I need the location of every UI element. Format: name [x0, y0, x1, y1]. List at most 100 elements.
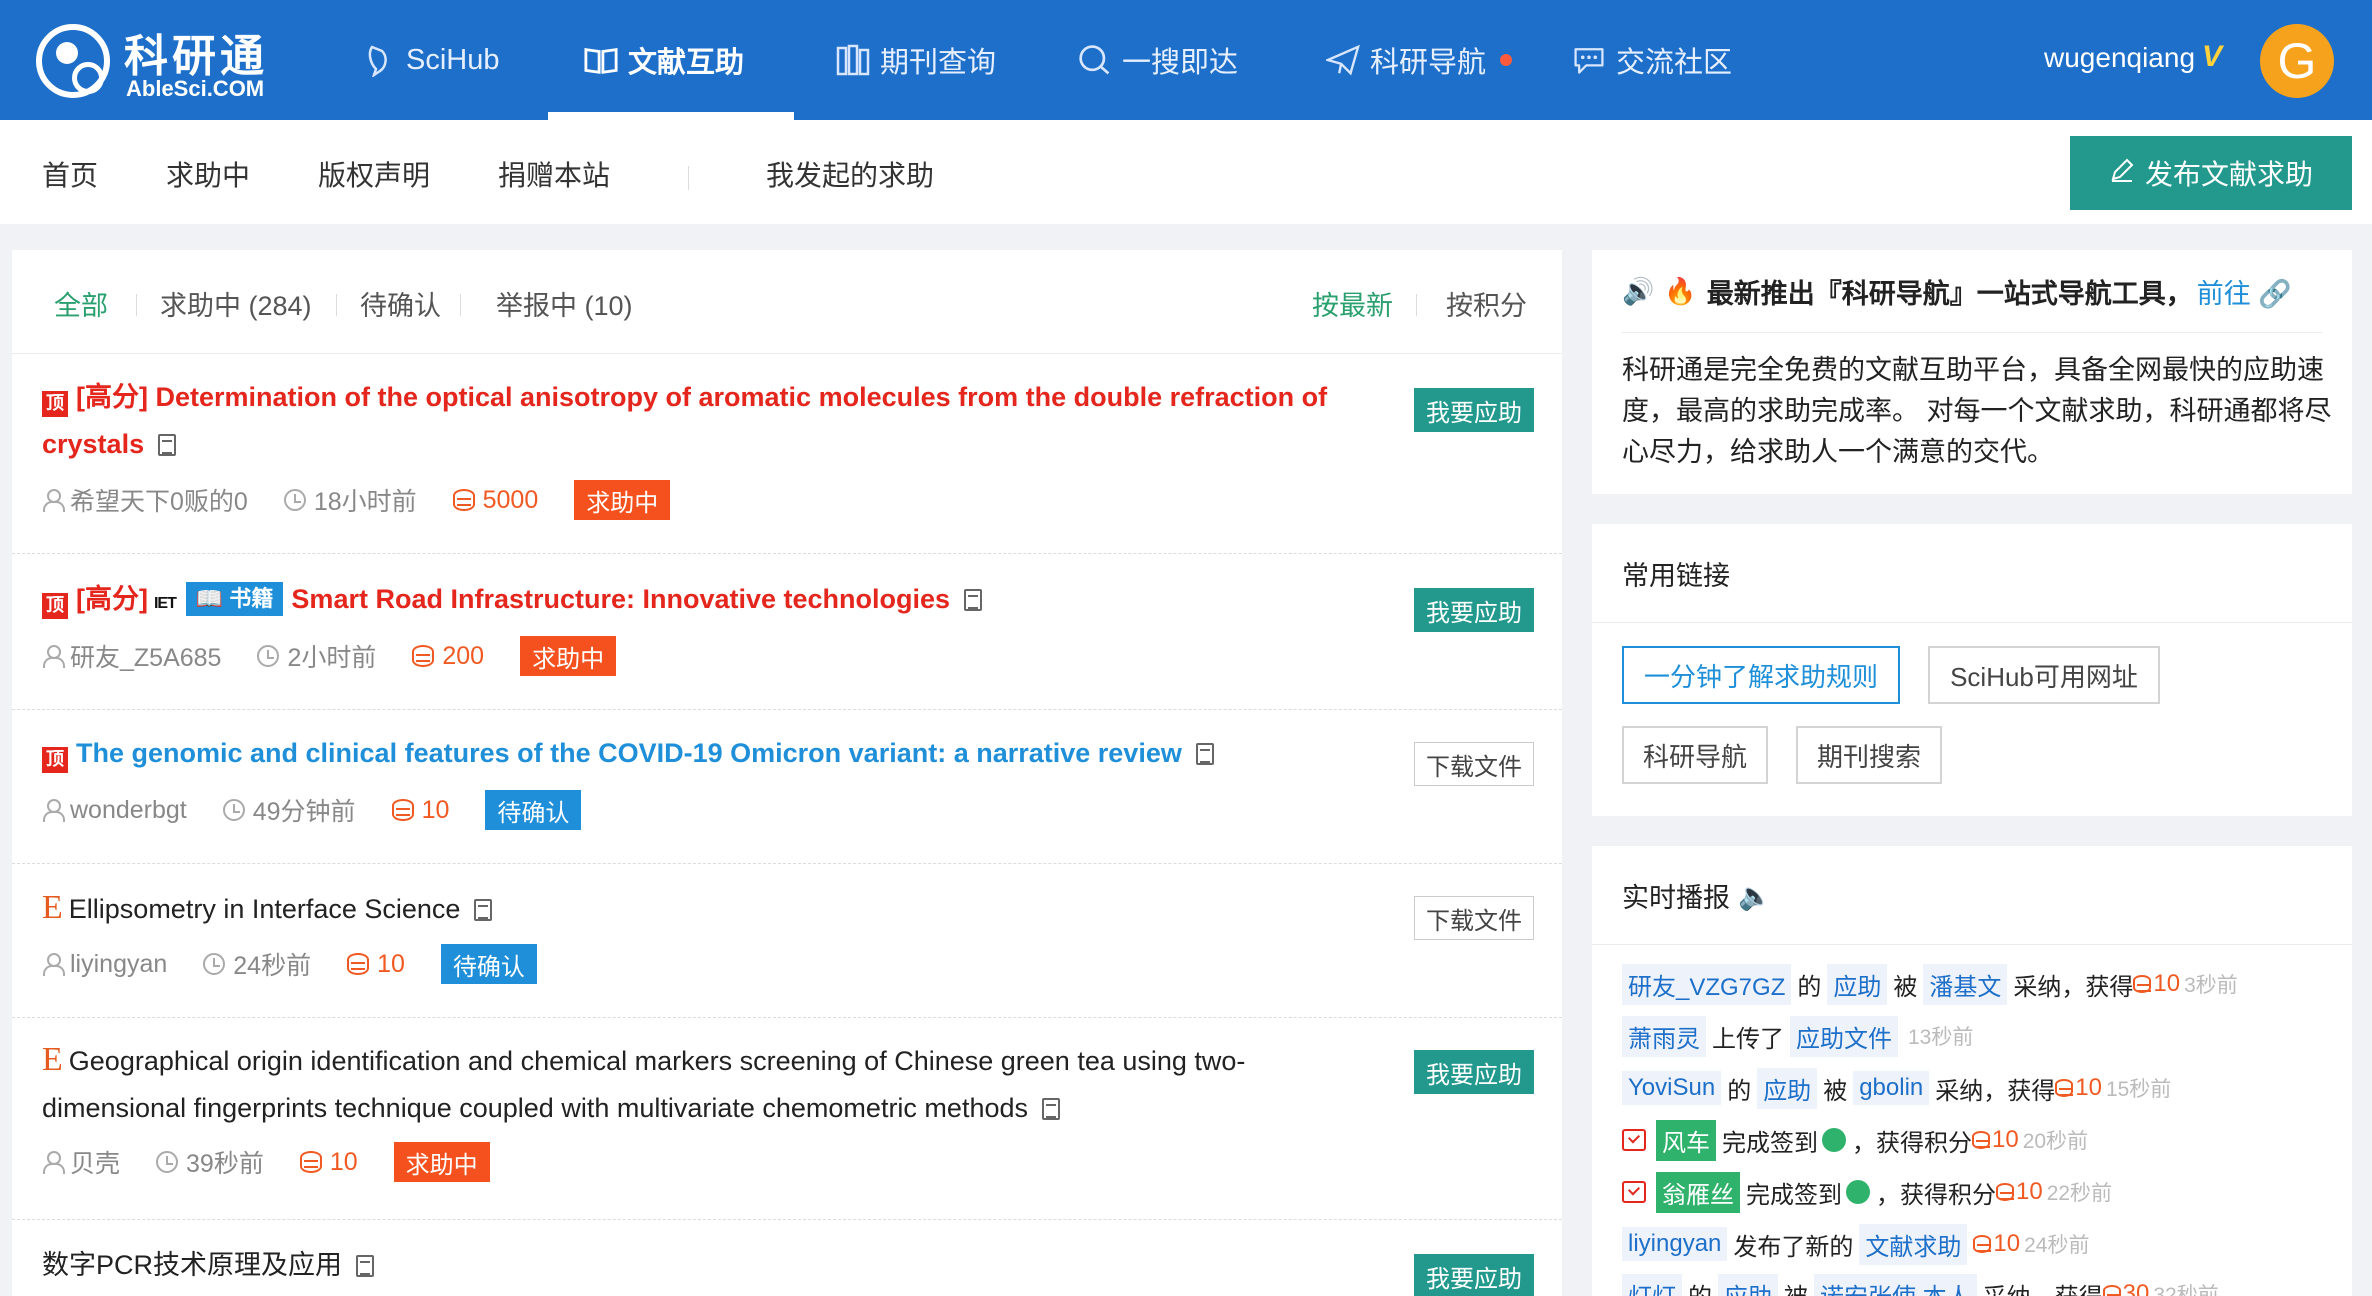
nav-journal-search[interactable]: 期刊查询	[836, 0, 996, 120]
request-title-text: Geographical origin identification and c…	[68, 1046, 1246, 1076]
reward-points: 10	[329, 1147, 358, 1176]
scihub-urls-link[interactable]: SciHub可用网址	[1928, 646, 2160, 704]
feed-user[interactable]: 潘基文	[1923, 963, 2008, 1005]
request-title[interactable]: 顶 The genomic and clinical features of th…	[42, 730, 1392, 777]
user-icon	[42, 1151, 65, 1174]
fire-icon: 🔥	[1664, 276, 1697, 306]
respond-button[interactable]: 我要应助	[1414, 1254, 1534, 1296]
request-title[interactable]: 数字PCR技术原理及应用	[42, 1242, 1392, 1289]
request-title[interactable]: 顶 [高分] Determination of the optical aniso…	[42, 374, 1392, 468]
clock-icon	[203, 953, 226, 975]
filter-reported[interactable]: 举报中 (10)	[496, 284, 633, 323]
feed-user[interactable]: 研友_VZG7GZ	[1622, 963, 1792, 1005]
help-rules-link[interactable]: 一分钟了解求助规则	[1622, 646, 1900, 704]
requester-name[interactable]: 贝壳	[70, 1144, 120, 1180]
nav-literature-help[interactable]: 文献互助	[584, 0, 744, 120]
feed-text: 的	[1727, 1077, 1752, 1105]
feed-user[interactable]: 翁雁丝	[1656, 1171, 1740, 1213]
requester-name[interactable]: 研友_Z5A685	[70, 638, 221, 674]
nav-community[interactable]: 交流社区	[1572, 0, 1732, 120]
filter-to-confirm[interactable]: 待确认	[360, 284, 441, 323]
request-title[interactable]: E Ellipsometry in Interface Science	[42, 884, 1392, 933]
pinned-badge: 顶	[42, 592, 68, 619]
copy-icon[interactable]	[964, 589, 983, 611]
clock-icon	[222, 799, 245, 821]
chat-bubble-icon	[1572, 43, 1606, 77]
avatar[interactable]: G	[2260, 24, 2334, 98]
journal-icon	[836, 43, 870, 77]
feed-action[interactable]: 应助	[1757, 1067, 1818, 1109]
research-nav-link[interactable]: 科研导航	[1622, 726, 1768, 784]
announcement-card: 🔊 🔥 最新推出『科研导航』一站式导航工具， 前往 🔗 科研通是完全免费的文献互…	[1592, 250, 2352, 494]
copy-icon[interactable]	[1195, 743, 1214, 765]
subnav-home[interactable]: 首页	[42, 154, 98, 194]
copy-icon[interactable]	[474, 899, 493, 921]
sort-points[interactable]: 按积分	[1446, 284, 1527, 323]
status-badge: 求助中	[520, 636, 617, 676]
sort-newest[interactable]: 按最新	[1312, 284, 1393, 323]
filter-pending[interactable]: 求助中 (284)	[160, 284, 312, 323]
status-badge: 求助中	[393, 1142, 490, 1182]
download-file-button[interactable]: 下载文件	[1414, 896, 1534, 940]
journal-search-link[interactable]: 期刊搜索	[1796, 726, 1942, 784]
requester-name[interactable]: liyingyan	[70, 950, 167, 979]
respond-button[interactable]: 我要应助	[1414, 1050, 1534, 1094]
announcement-link[interactable]: 前往 🔗	[2197, 272, 2292, 311]
coin-icon	[1996, 1183, 2014, 1201]
publish-request-button[interactable]: 发布文献求助	[2070, 136, 2352, 210]
feed-user[interactable]: 诺安张使 本人	[1814, 1273, 1977, 1296]
new-indicator-dot	[1500, 54, 1513, 66]
request-title[interactable]: 顶 [高分] IET 📖 书籍 Smart Road Infrastructure: I…	[42, 576, 1392, 627]
feed-points: 10	[1996, 1178, 2043, 1206]
feed-action[interactable]: 应助	[1827, 963, 1888, 1005]
search-icon	[1078, 43, 1112, 77]
subnav-my-requests[interactable]: 我发起的求助	[766, 154, 934, 194]
feed-user[interactable]: gbolin	[1853, 1071, 1930, 1105]
copy-icon[interactable]	[158, 434, 177, 456]
feed-user[interactable]: YoviSun	[1622, 1071, 1722, 1105]
filter-all[interactable]: 全部	[54, 284, 108, 323]
nav-quick-search[interactable]: 一搜即达	[1078, 0, 1238, 120]
feed-text: 发布了新的	[1733, 1233, 1854, 1261]
respond-button[interactable]: 我要应助	[1414, 588, 1534, 632]
divider	[1592, 622, 2352, 623]
feed-text: 完成签到	[1722, 1129, 1818, 1157]
vip-badge: V	[2202, 40, 2223, 73]
filter-bar: 全部 求助中 (284) 待确认 举报中 (10) 按最新 按积分	[12, 250, 1562, 354]
nav-scihub[interactable]: SciHub	[362, 0, 500, 120]
feed-user[interactable]: 萧雨灵	[1622, 1015, 1706, 1057]
site-logo[interactable]: 科研通 AbleSci.COM	[36, 20, 296, 102]
feed-action[interactable]: 文献求助	[1859, 1223, 1968, 1265]
request-title[interactable]: E Geographical origin identification and …	[42, 1036, 1392, 1132]
feed-action[interactable]: 应助	[1718, 1273, 1778, 1296]
subnav-copyright[interactable]: 版权声明	[318, 154, 430, 194]
coin-icon	[347, 953, 370, 975]
download-file-button[interactable]: 下载文件	[1414, 742, 1534, 786]
subnav-pending[interactable]: 求助中	[166, 154, 250, 194]
feed-user[interactable]: 风车	[1656, 1119, 1716, 1161]
request-list-panel: 全部 求助中 (284) 待确认 举报中 (10) 按最新 按积分 顶 [高分] …	[12, 250, 1562, 1296]
requester-name[interactable]: wonderbgt	[70, 796, 187, 825]
copy-icon[interactable]	[356, 1255, 375, 1277]
active-nav-indicator	[548, 112, 794, 120]
logo-name: 科研通	[124, 32, 268, 81]
nav-research-navigation[interactable]: 科研导航	[1326, 0, 1513, 120]
copy-icon[interactable]	[1042, 1098, 1060, 1120]
subnav-donate[interactable]: 捐赠本站	[498, 154, 610, 194]
book-tag-label: 书籍	[229, 586, 274, 611]
respond-button[interactable]: 我要应助	[1414, 388, 1534, 432]
feed-points: 10	[1973, 1230, 2020, 1258]
request-time: 2小时前	[287, 644, 377, 672]
request-meta: 希望天下0贩的0 18小时前 5000 求助中	[42, 480, 671, 520]
coin-icon	[391, 799, 414, 821]
calendar-check-icon	[1622, 1129, 1646, 1151]
live-feed-title-text: 实时播报	[1622, 883, 1730, 913]
request-meta: wonderbgt 49分钟前 10 待确认	[42, 790, 582, 830]
username[interactable]: wugenqiang	[2044, 42, 2195, 74]
feed-user[interactable]: liyingyan	[1622, 1227, 1728, 1261]
logo-domain: AbleSci.COM	[126, 76, 265, 101]
feed-action[interactable]: 应助文件	[1790, 1015, 1898, 1057]
coin-icon	[1972, 1131, 1990, 1149]
requester-name[interactable]: 希望天下0贩的0	[70, 482, 248, 518]
feed-user[interactable]: 灯灯	[1622, 1273, 1682, 1296]
